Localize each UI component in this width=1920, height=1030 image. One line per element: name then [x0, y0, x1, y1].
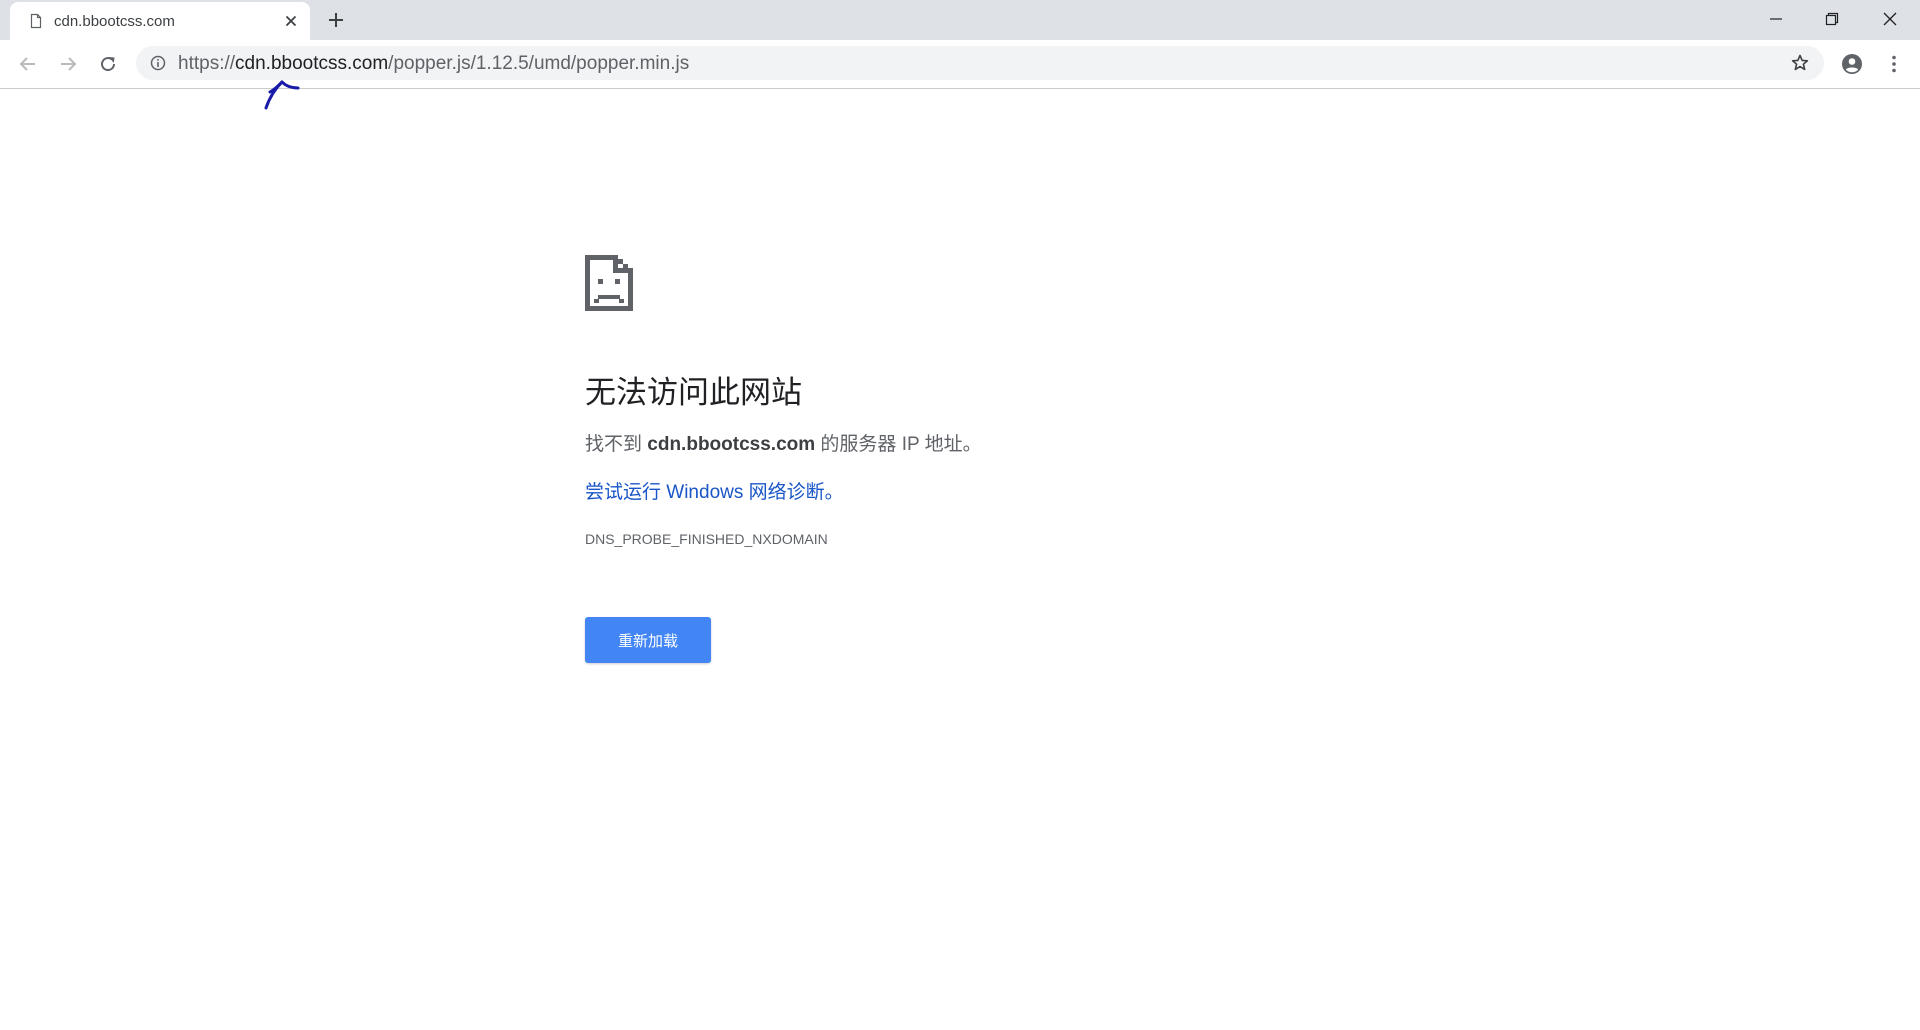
tab-strip: cdn.bbootcss.com — [0, 0, 1920, 40]
account-icon[interactable] — [1840, 52, 1864, 76]
handwritten-arrow-icon — [264, 80, 300, 110]
tab-title: cdn.bbootcss.com — [54, 13, 175, 30]
reload-button[interactable] — [96, 52, 120, 76]
desc-host: cdn.bbootcss.com — [647, 434, 816, 455]
tab-close-icon[interactable] — [282, 12, 300, 30]
restore-button[interactable] — [1804, 0, 1860, 38]
forward-arrow-icon — [61, 57, 77, 71]
page-icon — [30, 13, 42, 29]
forward-button[interactable] — [56, 52, 80, 76]
browser-tab[interactable]: cdn.bbootcss.com — [10, 2, 310, 40]
window-close-button[interactable] — [1862, 0, 1918, 38]
star-icon[interactable] — [1790, 53, 1810, 73]
desc-suffix: 的服务器 IP 地址。 — [815, 434, 982, 455]
error-description: 找不到 cdn.bbootcss.com 的服务器 IP 地址。 — [585, 429, 982, 456]
reload-icon — [101, 57, 116, 72]
new-tab-plus-icon[interactable] — [326, 10, 346, 30]
close-icon — [1883, 12, 1897, 26]
back-arrow-icon — [19, 57, 35, 71]
minimize-icon — [1770, 18, 1782, 20]
url-text[interactable]: https://cdn.bbootcss.com/popper.js/1.12.… — [178, 53, 689, 75]
sad-page-icon — [585, 255, 633, 311]
restore-icon — [1825, 12, 1839, 26]
reload-page-button[interactable]: 重新加载 — [585, 617, 711, 663]
url-scheme: https:// — [178, 53, 236, 74]
back-button[interactable] — [16, 52, 40, 76]
url-path: /popper.js/1.12.5/umd/popper.min.js — [388, 53, 690, 74]
minimize-button[interactable] — [1748, 0, 1804, 38]
address-bar[interactable]: https://cdn.bbootcss.com/popper.js/1.12.… — [136, 46, 1824, 80]
error-code: DNS_PROBE_FINISHED_NXDOMAIN — [585, 531, 828, 547]
info-icon[interactable] — [150, 55, 166, 71]
more-vert-icon[interactable] — [1882, 52, 1906, 76]
desc-prefix: 找不到 — [585, 434, 648, 455]
url-host: cdn.bbootcss.com — [235, 53, 389, 74]
error-heading: 无法访问此网站 — [585, 375, 802, 410]
network-diagnostics-link[interactable]: 尝试运行 Windows 网络诊断。 — [585, 477, 844, 504]
